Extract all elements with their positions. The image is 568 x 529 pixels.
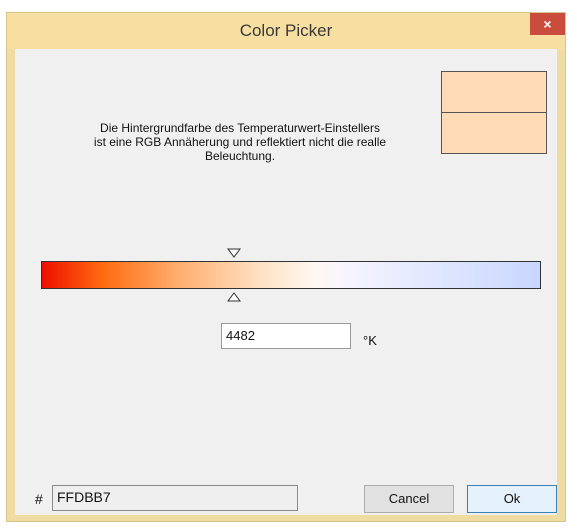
hex-color-field[interactable]: FFDBB7	[52, 485, 298, 511]
cancel-button[interactable]: Cancel	[364, 485, 454, 513]
hex-prefix-label: #	[35, 491, 43, 507]
ok-button[interactable]: Ok	[467, 485, 557, 513]
temperature-unit-label: °K	[363, 333, 377, 348]
close-button[interactable]: ×	[530, 13, 565, 35]
info-text-line-3: Beleuchtung.	[204, 149, 276, 163]
info-text-line-1: Die Hintergrundfarbe des Temperaturwert-…	[100, 121, 380, 135]
color-preview-top	[441, 71, 547, 113]
slider-marker-down-icon[interactable]	[226, 247, 242, 259]
dialog-body: Die Hintergrundfarbe des Temperaturwert-…	[15, 49, 557, 515]
info-text-line-2: ist eine RGB Annäherung und reflektiert …	[93, 135, 387, 149]
window-title: Color Picker	[239, 21, 333, 40]
temperature-gradient-slider[interactable]	[41, 261, 541, 289]
temperature-input[interactable]: 4482	[221, 323, 351, 349]
color-preview-bottom	[441, 112, 547, 154]
close-icon: ×	[543, 16, 552, 32]
color-picker-window: Color Picker × Die Hintergrundfarbe des …	[6, 12, 566, 522]
slider-marker-up-icon[interactable]	[226, 291, 242, 303]
title-bar: Color Picker ×	[7, 13, 565, 49]
info-text: Die Hintergrundfarbe des Temperaturwert-…	[45, 121, 435, 163]
